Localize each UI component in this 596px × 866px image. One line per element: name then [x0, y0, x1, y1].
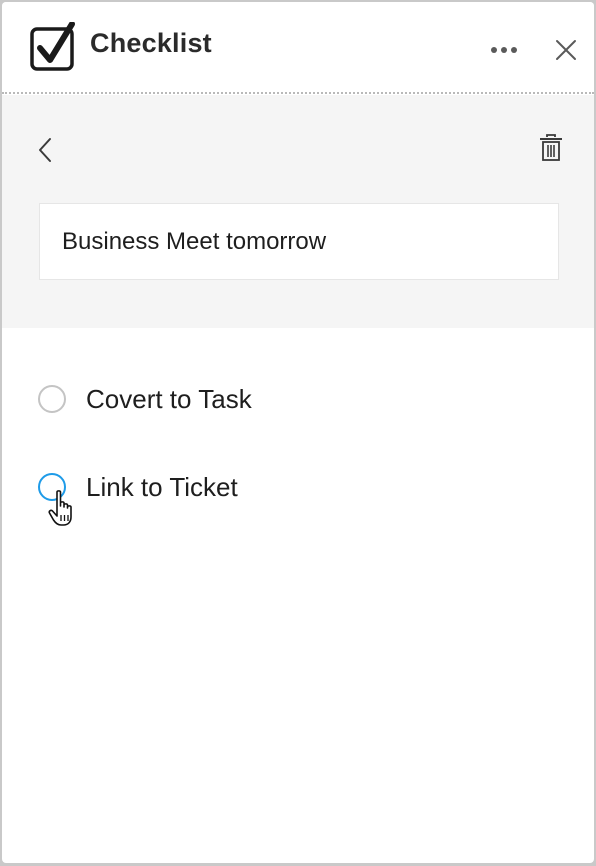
convert-to-task-option[interactable]: Covert to Task [36, 381, 436, 421]
link-to-ticket-label: Link to Ticket [86, 472, 238, 502]
delete-button[interactable] [538, 133, 564, 163]
checklist-editor [2, 95, 594, 328]
checklist-title-input[interactable] [39, 203, 559, 280]
checkbox-checked-icon [30, 22, 75, 71]
panel-header: Checklist [2, 2, 594, 94]
panel-bottom-notch [288, 860, 312, 863]
link-to-ticket-radio[interactable] [38, 473, 66, 501]
panel-title: Checklist [90, 28, 212, 58]
more-options-button[interactable] [486, 36, 522, 64]
link-to-ticket-option[interactable]: Link to Ticket [36, 469, 436, 509]
convert-to-task-radio[interactable] [38, 385, 66, 413]
convert-to-task-label: Covert to Task [86, 384, 252, 414]
back-button[interactable] [34, 133, 58, 167]
close-button[interactable] [552, 36, 580, 64]
checklist-panel: Checklist Covert to Task Link t [2, 2, 594, 863]
header-divider [2, 92, 594, 94]
